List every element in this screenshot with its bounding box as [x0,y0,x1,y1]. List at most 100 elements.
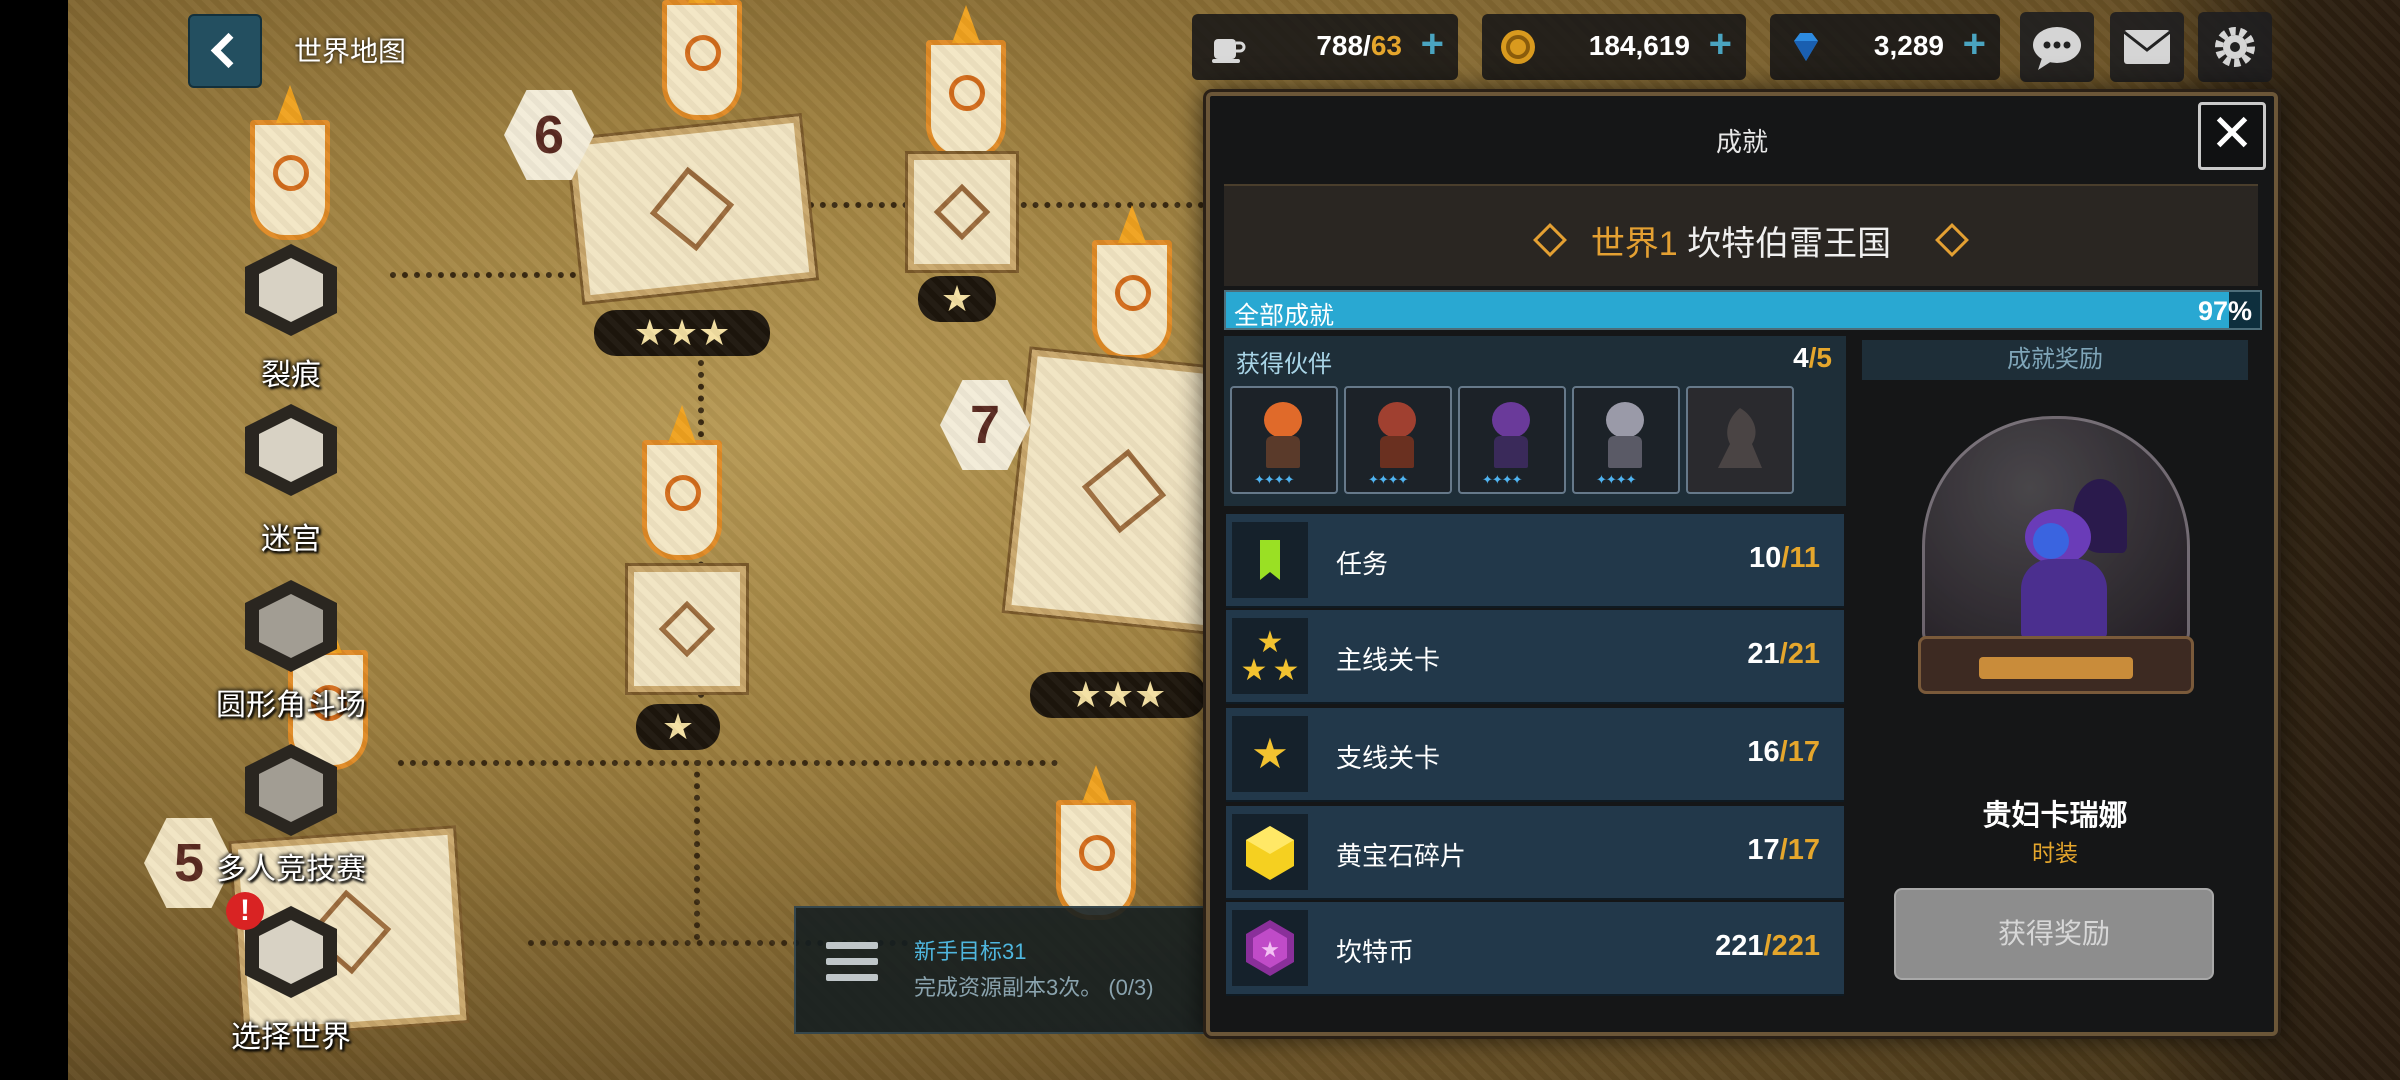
mail-icon [2123,30,2171,64]
costume-figure [2033,523,2069,559]
side-multiplayer[interactable]: 多人竞技赛 [216,744,366,886]
blue-gem-icon [1794,33,1818,61]
side-labyrinth[interactable]: 迷宫 [236,404,346,556]
add-stamina-button[interactable]: + [1421,22,1444,67]
row-value: 21/21 [1747,638,1820,670]
stage-stars: ★★★ [594,310,770,356]
achievement-row-quests: 任务 10/11 [1226,514,1844,608]
page-title: 世界地图 [294,36,407,67]
partner-slot[interactable]: ✦✦✦✦ [1344,386,1452,494]
map-path [390,272,720,278]
map-path [694,760,700,940]
svg-text:★: ★ [1241,654,1268,687]
row-icon-box: ★ [1232,716,1308,792]
map-banner [1056,800,1136,920]
row-label: 任务 [1336,549,1389,579]
settings-button[interactable] [2198,12,2272,82]
partner-portrait [1264,402,1302,438]
mail-button[interactable] [2110,12,2184,82]
stage-stars: ★ [636,704,720,750]
reward-name: 贵妇卡瑞娜 [1982,800,2128,832]
add-gold-button[interactable]: + [1709,22,1732,67]
goal-description: 完成资源副本3次。 (0/3) [914,975,1154,1000]
costume-figure [2021,559,2107,639]
row-value: 221/221 [1715,930,1820,962]
newbie-goal-panel[interactable]: 新手目标31 完成资源副本3次。 (0/3) [794,906,1208,1034]
partner-body [1266,436,1300,468]
bookmark-icon [1260,540,1280,580]
partner-portrait [1492,402,1530,438]
map-banner [926,40,1006,160]
partner-slot[interactable]: ✦✦✦✦ [1458,386,1566,494]
partner-stars: ✦✦✦✦ [1596,472,1637,487]
progress-label: 全部成就 [1234,302,1335,330]
achievement-row-side-stages: ★ 支线关卡 16/17 [1226,708,1844,802]
rift-icon [245,244,337,336]
svg-text:★: ★ [1273,654,1300,687]
stamina-counter[interactable]: 788/63 + [1192,14,1458,80]
side-label: 迷宫 [261,523,321,556]
close-button[interactable]: ✕ [2198,102,2266,170]
map-path [398,760,1058,766]
partner-body [1494,436,1528,468]
side-colosseum[interactable]: 圆形角斗场 [216,580,366,722]
add-gem-button[interactable]: + [1963,22,1986,67]
gem-counter[interactable]: 3,289 + [1770,14,2000,80]
row-icon-box: ★ ★ ★ [1232,618,1308,694]
stage-number: 6 [504,90,594,180]
partner-stars: ✦✦✦✦ [1254,472,1295,487]
row-label: 坎特币 [1336,937,1415,967]
costume-display [1918,416,2194,694]
partner-stars: ✦✦✦✦ [1368,472,1409,487]
gear-icon [2215,27,2255,67]
reward-title: 成就奖励 [1862,340,2248,380]
side-label: 圆形角斗场 [216,689,366,722]
world-header: 世界1 坎特伯雷王国 [1224,184,2258,286]
chat-button[interactable] [2020,12,2094,82]
goal-title: 新手目标31 [914,939,1027,964]
lock-icon [245,580,337,672]
map-banner [1092,240,1172,360]
partner-body [1608,436,1642,468]
side-label: 选择世界 [231,1021,351,1054]
partner-slot-locked[interactable] [1686,386,1794,494]
row-value: 17/17 [1747,834,1820,866]
side-rift[interactable]: 裂痕 [236,244,346,392]
gem-value: 3,289 [1873,30,1944,61]
stage-card[interactable] [908,154,1016,270]
lock-icon [245,744,337,836]
star-icon: ★ [1251,730,1289,777]
stage-card[interactable] [628,566,746,692]
svg-text:★: ★ [1260,937,1280,962]
row-value: 10/11 [1749,542,1820,574]
purple-coin-icon: ★ [1246,920,1294,976]
partner-body [1380,436,1414,468]
side-label: 裂痕 [261,359,321,392]
partners-section: 获得伙伴 4/5 ✦✦✦✦ ✦✦✦✦ ✦✦✦✦ ✦✦✦✦ [1224,336,1846,506]
glass-dome [1922,416,2190,652]
row-label: 支线关卡 [1336,743,1441,773]
partners-title: 获得伙伴 [1236,351,1332,378]
row-label: 主线关卡 [1336,645,1441,675]
row-value: 16/17 [1747,736,1820,768]
menu-icon[interactable] [826,942,878,994]
total-achievement-progress: 全部成就 97% [1224,290,2262,330]
stage-card-6[interactable] [568,116,816,302]
partners-count: 4/5 [1793,342,1832,373]
row-icon-box [1232,814,1308,890]
partner-slot[interactable]: ✦✦✦✦ [1230,386,1338,494]
achievement-row-gem-shards: 黄宝石碎片 17/17 [1226,806,1844,900]
gold-counter[interactable]: 184,619 + [1482,14,1746,80]
achievement-panel: 成就 ✕ 世界1 坎特伯雷王国 全部成就 97% 获得伙伴 4/5 ✦✦✦✦ ✦… [1206,92,2278,1036]
map-path [698,360,704,710]
partner-stars: ✦✦✦✦ [1482,472,1523,487]
chat-bubble-icon [2033,27,2081,70]
map-path [808,202,1228,208]
back-button[interactable] [188,14,262,88]
claim-reward-button[interactable]: 获得奖励 [1894,888,2214,980]
panel-title: 成就 [1715,127,1768,157]
partner-slot[interactable]: ✦✦✦✦ [1572,386,1680,494]
dome-base [1918,636,2194,694]
reward-type: 时装 [2032,840,2078,866]
stage-stars: ★★★ [1030,672,1206,718]
